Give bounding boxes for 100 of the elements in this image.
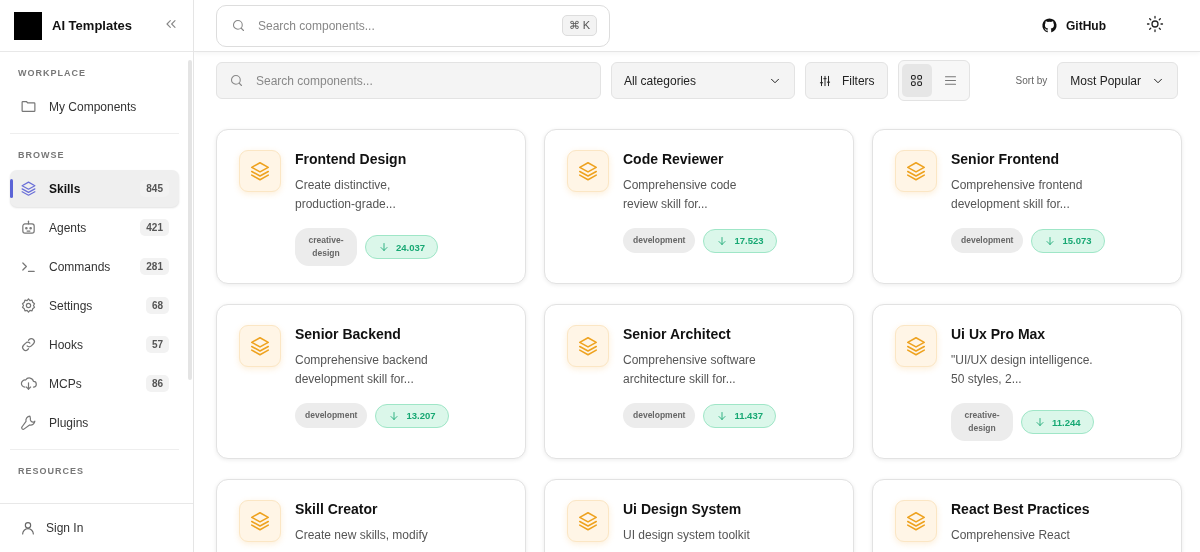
card-description: UI design system toolkit bbox=[623, 527, 751, 544]
card-description: Create distinctive, production-grade... bbox=[295, 177, 397, 213]
skill-card[interactable]: Code Reviewer Comprehensive code review skill for... development 17.523 bbox=[544, 129, 854, 284]
arrow-down-icon bbox=[1034, 416, 1046, 428]
card-title: Frontend Design bbox=[295, 151, 408, 168]
section-heading: BROWSE bbox=[17, 149, 66, 162]
nav-item[interactable]: Hooks 57 bbox=[10, 326, 179, 363]
card-title: Ui Design System bbox=[623, 501, 743, 518]
github-icon bbox=[1041, 17, 1058, 34]
search-icon bbox=[231, 18, 246, 33]
category-tag: creative-design bbox=[295, 228, 357, 266]
nav-label: Hooks bbox=[49, 337, 84, 352]
layers-icon bbox=[20, 180, 37, 197]
card-title: Senior Backend bbox=[295, 326, 402, 343]
sliders-icon bbox=[817, 73, 832, 88]
nav-label: Settings bbox=[49, 298, 94, 313]
grid-icon bbox=[909, 73, 925, 88]
count-badge: 68 bbox=[145, 297, 169, 314]
card-description: Comprehensive frontend development skill for... bbox=[951, 177, 1084, 213]
search-icon bbox=[229, 73, 244, 88]
search-field[interactable]: Search components... bbox=[216, 62, 601, 99]
sort-label: Sort by bbox=[1015, 75, 1048, 86]
layers-glyph-icon bbox=[577, 510, 599, 532]
card-title: Senior Frontend bbox=[951, 151, 1061, 168]
category-tag: development bbox=[623, 403, 696, 428]
search-field[interactable]: Search components... ⌘ K bbox=[216, 4, 610, 47]
layers-glyph-icon bbox=[905, 510, 927, 532]
download-count: 13.207 bbox=[375, 403, 449, 428]
card-title: Code Reviewer bbox=[623, 151, 725, 168]
layers-glyph-icon bbox=[905, 160, 927, 182]
nav-item[interactable]: My Components bbox=[10, 88, 179, 125]
category-tag: development bbox=[295, 403, 368, 428]
nav-label: Commands bbox=[49, 259, 112, 274]
category-tag: development bbox=[623, 228, 696, 253]
sun-icon bbox=[1146, 14, 1164, 33]
nav-item[interactable]: Agents 421 bbox=[10, 209, 179, 246]
card-title: Ui Ux Pro Max bbox=[951, 326, 1047, 343]
skill-card[interactable]: Senior Frontend Comprehensive frontend development skill for... development 15.073 bbox=[872, 129, 1182, 284]
download-count: 11.437 bbox=[703, 403, 776, 428]
download-count: 17.523 bbox=[703, 228, 777, 253]
gear-icon bbox=[20, 297, 37, 314]
search-input[interactable]: Search components... bbox=[256, 17, 552, 34]
arrow-down-icon bbox=[1044, 234, 1057, 247]
skill-card[interactable]: Skill Creator Create new skills, modify bbox=[216, 479, 526, 552]
view-toggle-button[interactable] bbox=[901, 64, 932, 97]
card-description: "UI/UX design intelligence. 50 styles, 2... bbox=[951, 352, 1094, 388]
nav-item[interactable]: Plugins bbox=[10, 404, 179, 441]
download-count: 11.244 bbox=[1021, 410, 1094, 434]
nav-label: Agents bbox=[49, 220, 88, 235]
search-input[interactable]: Search components... bbox=[254, 72, 588, 89]
nav-label: Plugins bbox=[49, 415, 90, 430]
filters-button[interactable]: Filters bbox=[804, 62, 888, 99]
count-badge: 281 bbox=[140, 258, 169, 275]
list-icon bbox=[943, 73, 959, 88]
card-title: React Best Practices bbox=[951, 501, 1091, 518]
category-dropdown[interactable]: All categories bbox=[610, 62, 795, 99]
link-icon bbox=[20, 336, 37, 353]
robot-icon bbox=[20, 219, 37, 236]
arrow-down-icon bbox=[716, 409, 729, 422]
layers-glyph-icon bbox=[249, 335, 271, 357]
layers-glyph-icon bbox=[249, 510, 271, 532]
nav-item[interactable]: Settings 68 bbox=[10, 287, 179, 324]
nav-item[interactable]: Skills 845 bbox=[10, 170, 179, 207]
shortcut-badge: ⌘ K bbox=[561, 15, 597, 36]
count-badge: 86 bbox=[145, 375, 169, 392]
card-description: Comprehensive software architecture skill for... bbox=[623, 352, 757, 388]
skill-card[interactable]: Frontend Design Create distinctive, production-grade... creative-design 24.037 bbox=[216, 129, 526, 284]
card-description: Comprehensive backend development skill for... bbox=[295, 352, 429, 388]
github-link[interactable]: GitHub bbox=[1033, 11, 1114, 40]
layers-glyph-icon bbox=[577, 160, 599, 182]
sign-in-link[interactable]: Sign In bbox=[0, 503, 193, 552]
skill-card[interactable]: Senior Architect Comprehensive software architecture skill for... development 11.437 bbox=[544, 304, 854, 459]
folder-icon bbox=[20, 98, 37, 115]
card-description: Comprehensive React bbox=[951, 527, 1071, 544]
skill-card[interactable]: Ui Design System UI design system toolkit bbox=[544, 479, 854, 552]
category-tag: development bbox=[951, 228, 1024, 253]
nav-item[interactable]: MCPs 86 bbox=[10, 365, 179, 402]
card-description: Create new skills, modify bbox=[295, 527, 429, 544]
skill-card[interactable]: Senior Backend Comprehensive backend development skill for... development 13.207 bbox=[216, 304, 526, 459]
arrow-down-icon bbox=[388, 409, 401, 422]
arrow-down-icon bbox=[378, 241, 390, 253]
logo-image[interactable] bbox=[14, 11, 42, 40]
sort-dropdown[interactable]: Most Popular bbox=[1057, 62, 1178, 99]
count-badge: 57 bbox=[145, 336, 169, 353]
card-title: Skill Creator bbox=[295, 501, 379, 518]
count-badge: 421 bbox=[140, 219, 169, 236]
nav-item[interactable]: Commands 281 bbox=[10, 248, 179, 285]
skill-card[interactable]: React Best Practices Comprehensive React bbox=[872, 479, 1182, 552]
layers-glyph-icon bbox=[577, 335, 599, 357]
user-icon bbox=[20, 520, 36, 536]
download-count: 15.073 bbox=[1031, 228, 1105, 253]
category-tag: creative-design bbox=[951, 403, 1013, 441]
skill-card[interactable]: Ui Ux Pro Max "UI/UX design intelligence. 50 styles, 2... creative-design 11.244 bbox=[872, 304, 1182, 459]
brand-name: AI Templates bbox=[52, 18, 133, 33]
wrench-icon bbox=[20, 414, 37, 431]
card-title: Senior Architect bbox=[623, 326, 732, 343]
arrow-down-icon bbox=[716, 234, 729, 247]
nav-label: My Components bbox=[49, 99, 138, 114]
layers-glyph-icon bbox=[905, 335, 927, 357]
download-count: 24.037 bbox=[365, 235, 439, 259]
